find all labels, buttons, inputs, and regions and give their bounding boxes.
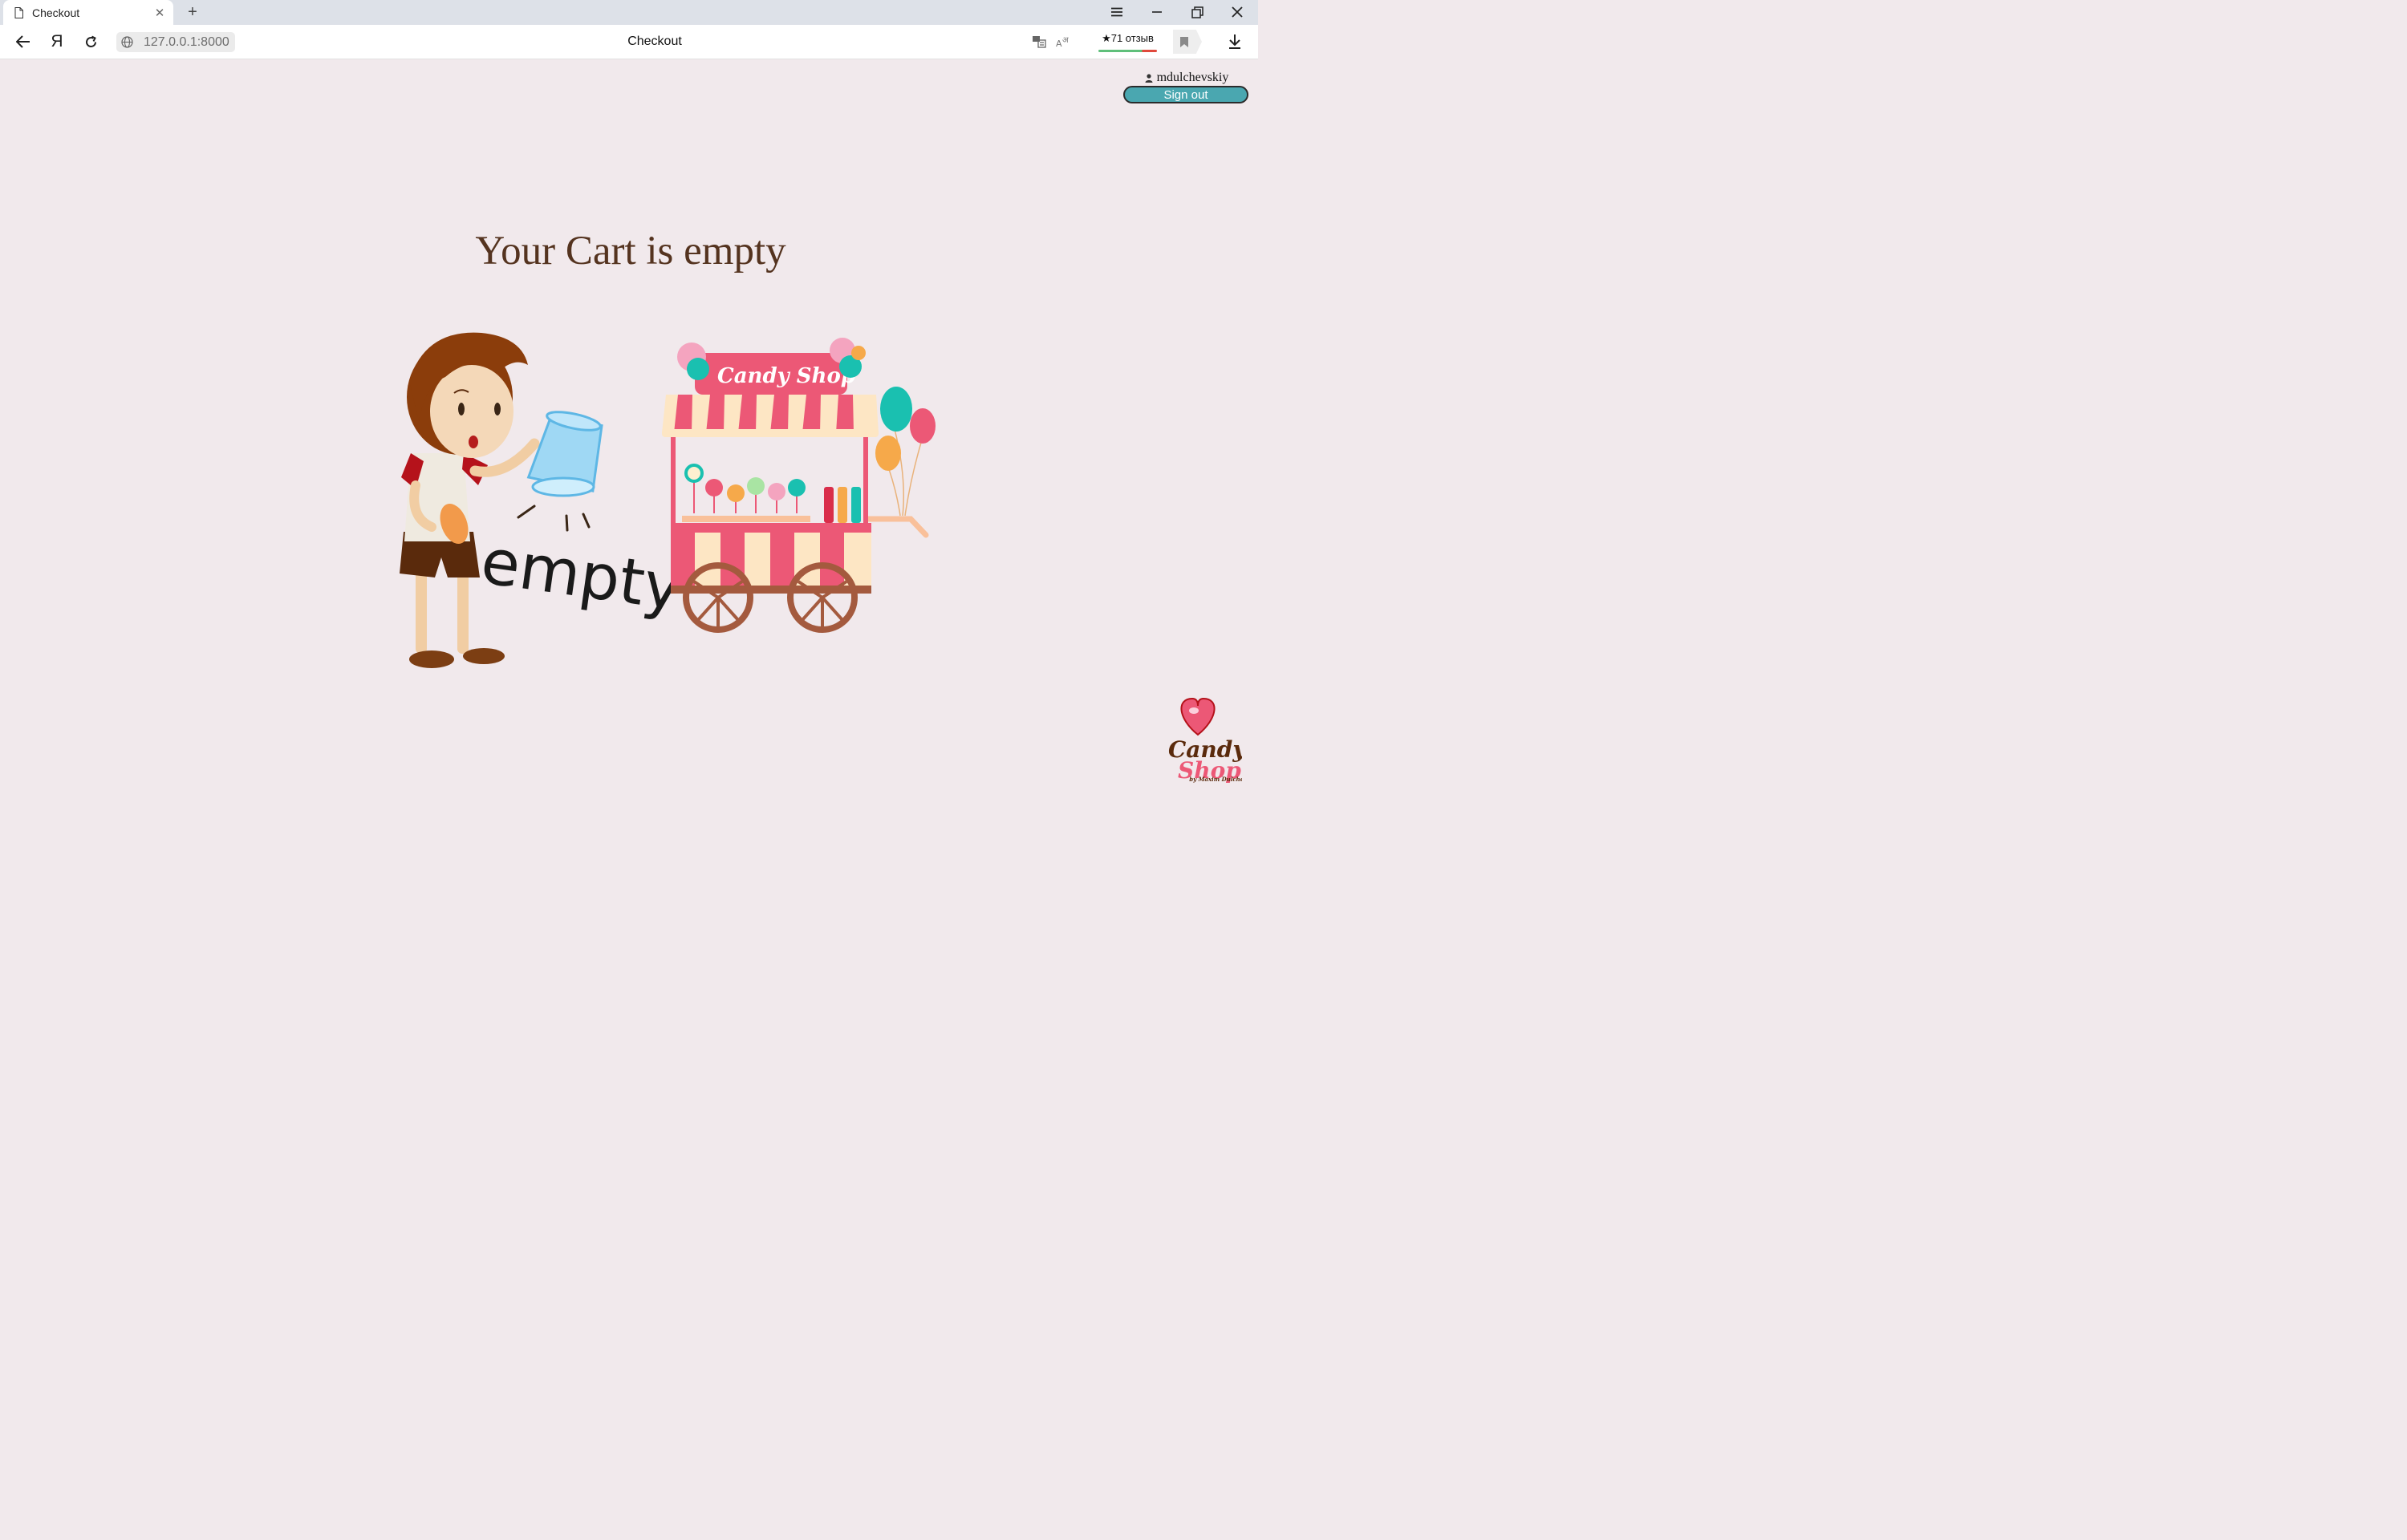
yandex-icon[interactable]: Я	[47, 32, 67, 51]
reviews-badge[interactable]: ★71 отзыв	[1098, 32, 1157, 52]
candy-shop-logo: Candy Shop by Maxim Dulchevskiy	[1168, 697, 1242, 784]
reload-icon[interactable]	[80, 32, 101, 51]
translate-icon[interactable]: Aअ	[1052, 32, 1074, 51]
document-icon	[14, 6, 23, 18]
globe-icon	[116, 36, 137, 48]
reviews-rating-bar	[1098, 50, 1157, 52]
empty-word: empty	[477, 525, 685, 625]
menu-icon[interactable]	[1106, 3, 1127, 21]
username-row: mdulchevskiy	[1123, 71, 1250, 85]
user-icon	[1145, 73, 1153, 83]
close-window-icon[interactable]	[1227, 3, 1248, 21]
sign-out-button[interactable]: Sign out	[1123, 86, 1248, 103]
svg-text:A: A	[1056, 38, 1062, 48]
reader-mode-icon[interactable]	[1028, 32, 1050, 51]
address-bar[interactable]: 127.0.0.1:8000	[116, 32, 235, 52]
new-tab-button[interactable]: +	[185, 3, 201, 22]
empty-cart-illustration: empty Candy Shop	[400, 332, 936, 668]
url-text: 127.0.0.1:8000	[144, 34, 229, 49]
svg-text:अ: अ	[1062, 36, 1069, 45]
page-title: Your Cart is empty	[475, 229, 786, 274]
close-tab-icon[interactable]: ✕	[151, 6, 168, 20]
download-icon[interactable]	[1224, 32, 1245, 51]
back-arrow-icon[interactable]	[13, 32, 34, 51]
username: mdulchevskiy	[1156, 71, 1229, 84]
restore-icon[interactable]	[1187, 3, 1208, 21]
candy-cart: Candy Shop	[662, 338, 936, 633]
cart-sign: Candy Shop	[717, 364, 855, 388]
browser-toolbar: Я 127.0.0.1:8000 Checkout Aअ ★71 отзыв	[0, 25, 1258, 59]
user-panel: mdulchevskiy Sign out	[1123, 71, 1250, 103]
reviews-label: ★71 отзыв	[1102, 32, 1154, 44]
tab-checkout[interactable]: Checkout ✕	[3, 0, 173, 25]
tab-strip: Checkout ✕ +	[0, 0, 1258, 25]
minimize-icon[interactable]	[1147, 3, 1167, 21]
tab-title: Checkout	[32, 6, 80, 19]
empty-jar	[526, 411, 603, 497]
heart-icon	[1180, 697, 1216, 736]
bookmark-icon[interactable]	[1174, 32, 1195, 51]
logo-byline: by Maxim Dulchevskiy	[1189, 776, 1242, 783]
boy-figure	[400, 332, 540, 668]
